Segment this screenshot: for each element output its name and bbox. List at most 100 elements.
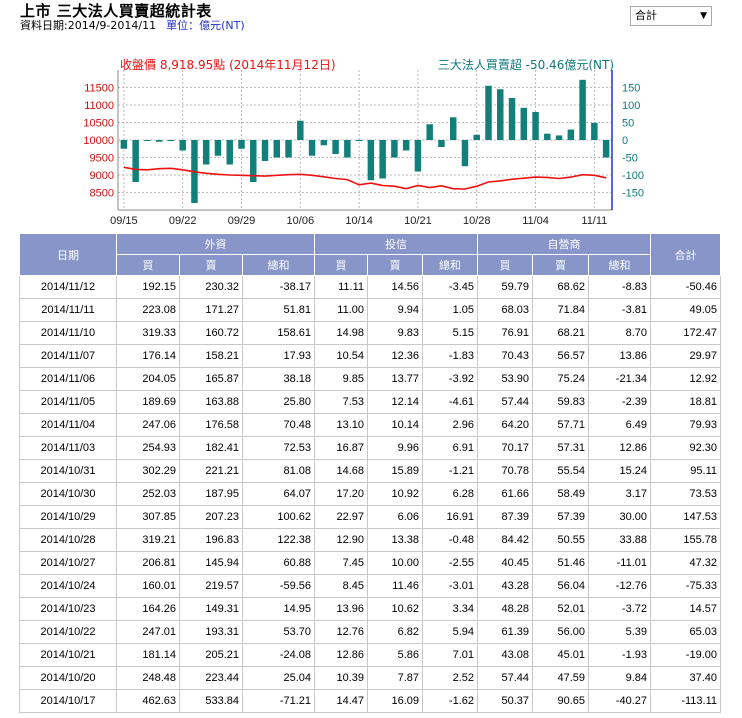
row-value: 51.46 (532, 551, 589, 575)
header-trust-buy: 買 (314, 254, 368, 276)
summary-select[interactable]: 合計 ▼ (630, 6, 712, 26)
net-buy-bar (320, 140, 328, 146)
row-value: 55.54 (532, 459, 589, 483)
net-buy-bar (167, 140, 175, 141)
row-value: -1.93 (588, 643, 651, 667)
row-value: 8.45 (314, 574, 368, 598)
row-value: 56.57 (532, 344, 589, 368)
row-value: -50.46 (650, 275, 721, 299)
table-row: 2014/10/27 206.81 145.94 60.88 7.45 10.00 -2.5… (19, 551, 721, 575)
header-date: 日期 (19, 233, 117, 276)
row-value: 59.79 (477, 275, 533, 299)
row-value: 79.93 (650, 413, 721, 437)
row-value: 182.41 (179, 436, 243, 460)
net-buy-bar (285, 140, 292, 158)
row-value: 3.17 (588, 482, 651, 506)
row-date: 2014/10/20 (19, 666, 117, 690)
row-value: 165.87 (179, 367, 243, 391)
row-value: 147.53 (650, 505, 721, 529)
table-row: 2014/10/28 319.21 196.83 122.38 12.90 13.38 -0… (19, 528, 721, 552)
net-buy-bar (379, 140, 386, 179)
net-buy-bar (344, 140, 351, 158)
row-value: 70.78 (477, 459, 533, 483)
row-value: -59.56 (242, 574, 315, 598)
row-value: 92.30 (650, 436, 721, 460)
row-value: 319.33 (116, 321, 180, 345)
row-value: 10.00 (367, 551, 423, 575)
row-value: 302.29 (116, 459, 180, 483)
row-value: -19.00 (650, 643, 721, 667)
row-value: 47.32 (650, 551, 721, 575)
net-buy-bar (520, 107, 528, 140)
row-value: 247.06 (116, 413, 180, 437)
x-tick-label: 11/04 (522, 215, 549, 227)
row-value: 172.47 (650, 321, 721, 345)
net-buy-bar (226, 140, 233, 165)
row-date: 2014/11/04 (19, 413, 117, 437)
header-total: 合計 (650, 233, 721, 276)
net-buy-bar (391, 140, 398, 158)
row-value: 192.15 (116, 275, 180, 299)
row-value: 17.20 (314, 482, 368, 506)
row-date: 2014/11/06 (19, 367, 117, 391)
net-buy-bar (355, 140, 363, 142)
net-buy-bar (544, 133, 551, 140)
row-value: -3.92 (422, 367, 478, 391)
row-value: 6.28 (422, 482, 478, 506)
row-value: 100.62 (242, 505, 315, 529)
row-value: 68.03 (477, 298, 533, 322)
net-buy-bar (497, 89, 504, 140)
row-value: 16.91 (422, 505, 478, 529)
net-buy-bar (202, 140, 210, 165)
row-value: 145.94 (179, 551, 243, 575)
row-value: 12.36 (367, 344, 423, 368)
row-value: 10.62 (367, 597, 423, 621)
row-date: 2014/10/30 (19, 482, 117, 506)
row-value: 160.01 (116, 574, 180, 598)
row-value: 58.49 (532, 482, 589, 506)
row-value: 13.86 (588, 344, 651, 368)
net-buy-bar (508, 98, 516, 140)
row-value: -3.01 (422, 574, 478, 598)
net-buy-bar (308, 140, 316, 156)
left-tick-label: 10500 (83, 118, 114, 130)
row-date: 2014/10/24 (19, 574, 117, 598)
row-date: 2014/10/31 (19, 459, 117, 483)
row-value: 84.42 (477, 528, 533, 552)
net-buy-bar (297, 120, 304, 140)
row-value: 17.93 (242, 344, 315, 368)
x-tick-label: 09/29 (228, 215, 256, 227)
row-value: 70.17 (477, 436, 533, 460)
row-date: 2014/10/22 (19, 620, 117, 644)
row-value: 12.92 (650, 367, 721, 391)
row-value: 57.44 (477, 390, 533, 414)
row-value: -2.55 (422, 551, 478, 575)
institutional-table: 日期 外資 投信 自營商 合計 買 賣 總和 買 賣 總和 買 賣 總和 201… (19, 233, 721, 713)
row-value: -0.48 (422, 528, 478, 552)
row-value: -3.81 (588, 298, 651, 322)
net-buy-bar (261, 140, 269, 161)
row-value: 57.39 (532, 505, 589, 529)
row-value: 64.20 (477, 413, 533, 437)
row-value: 64.07 (242, 482, 315, 506)
row-value: 122.38 (242, 528, 315, 552)
row-value: 7.87 (367, 666, 423, 690)
row-value: 15.24 (588, 459, 651, 483)
net-buy-bar (426, 124, 433, 140)
row-value: 158.21 (179, 344, 243, 368)
net-buy-bar (555, 135, 563, 140)
row-value: 5.94 (422, 620, 478, 644)
net-buy-bar (214, 140, 222, 156)
row-value: 189.69 (116, 390, 180, 414)
row-value: 25.80 (242, 390, 315, 414)
table-row: 2014/11/06 204.05 165.87 38.18 9.85 13.77 -3.9… (19, 367, 721, 391)
row-value: 29.97 (650, 344, 721, 368)
row-value: 223.08 (116, 298, 180, 322)
row-value: 12.14 (367, 390, 423, 414)
row-date: 2014/10/27 (19, 551, 117, 575)
row-value: 307.85 (116, 505, 180, 529)
row-value: 462.63 (116, 689, 180, 713)
row-value: 12.76 (314, 620, 368, 644)
header-foreign-buy: 買 (116, 254, 180, 276)
header-trust-net: 總和 (422, 254, 478, 276)
